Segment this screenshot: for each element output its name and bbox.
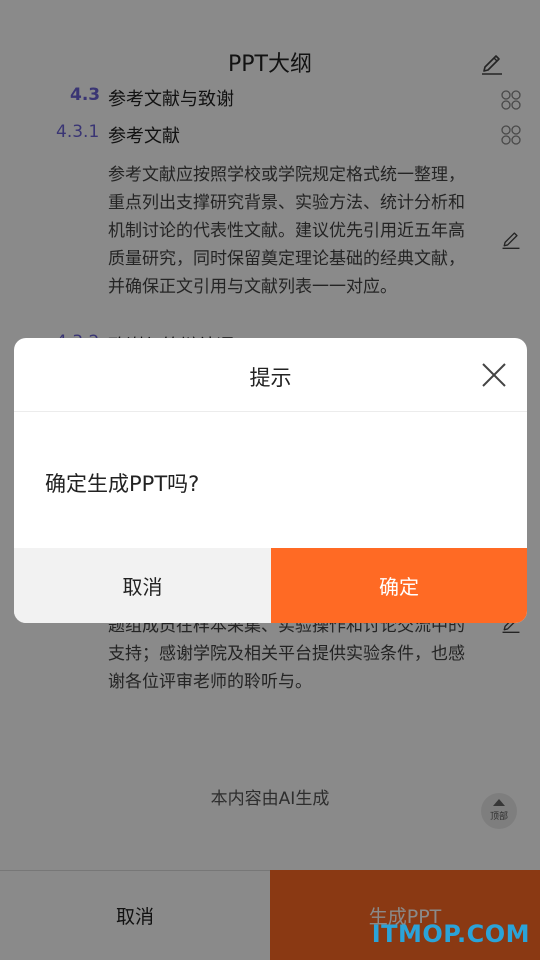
confirm-dialog: 提示 确定生成PPT吗? 取消 确定 [14, 338, 527, 623]
dialog-header: 提示 [14, 338, 527, 412]
dialog-confirm-button[interactable]: 确定 [271, 548, 527, 623]
dialog-title: 提示 [249, 366, 292, 390]
dialog-message: 确定生成PPT吗? [45, 472, 200, 496]
watermark: ITMOP.COM [371, 920, 530, 948]
close-icon[interactable] [481, 362, 507, 388]
dialog-cancel-button[interactable]: 取消 [14, 548, 271, 623]
